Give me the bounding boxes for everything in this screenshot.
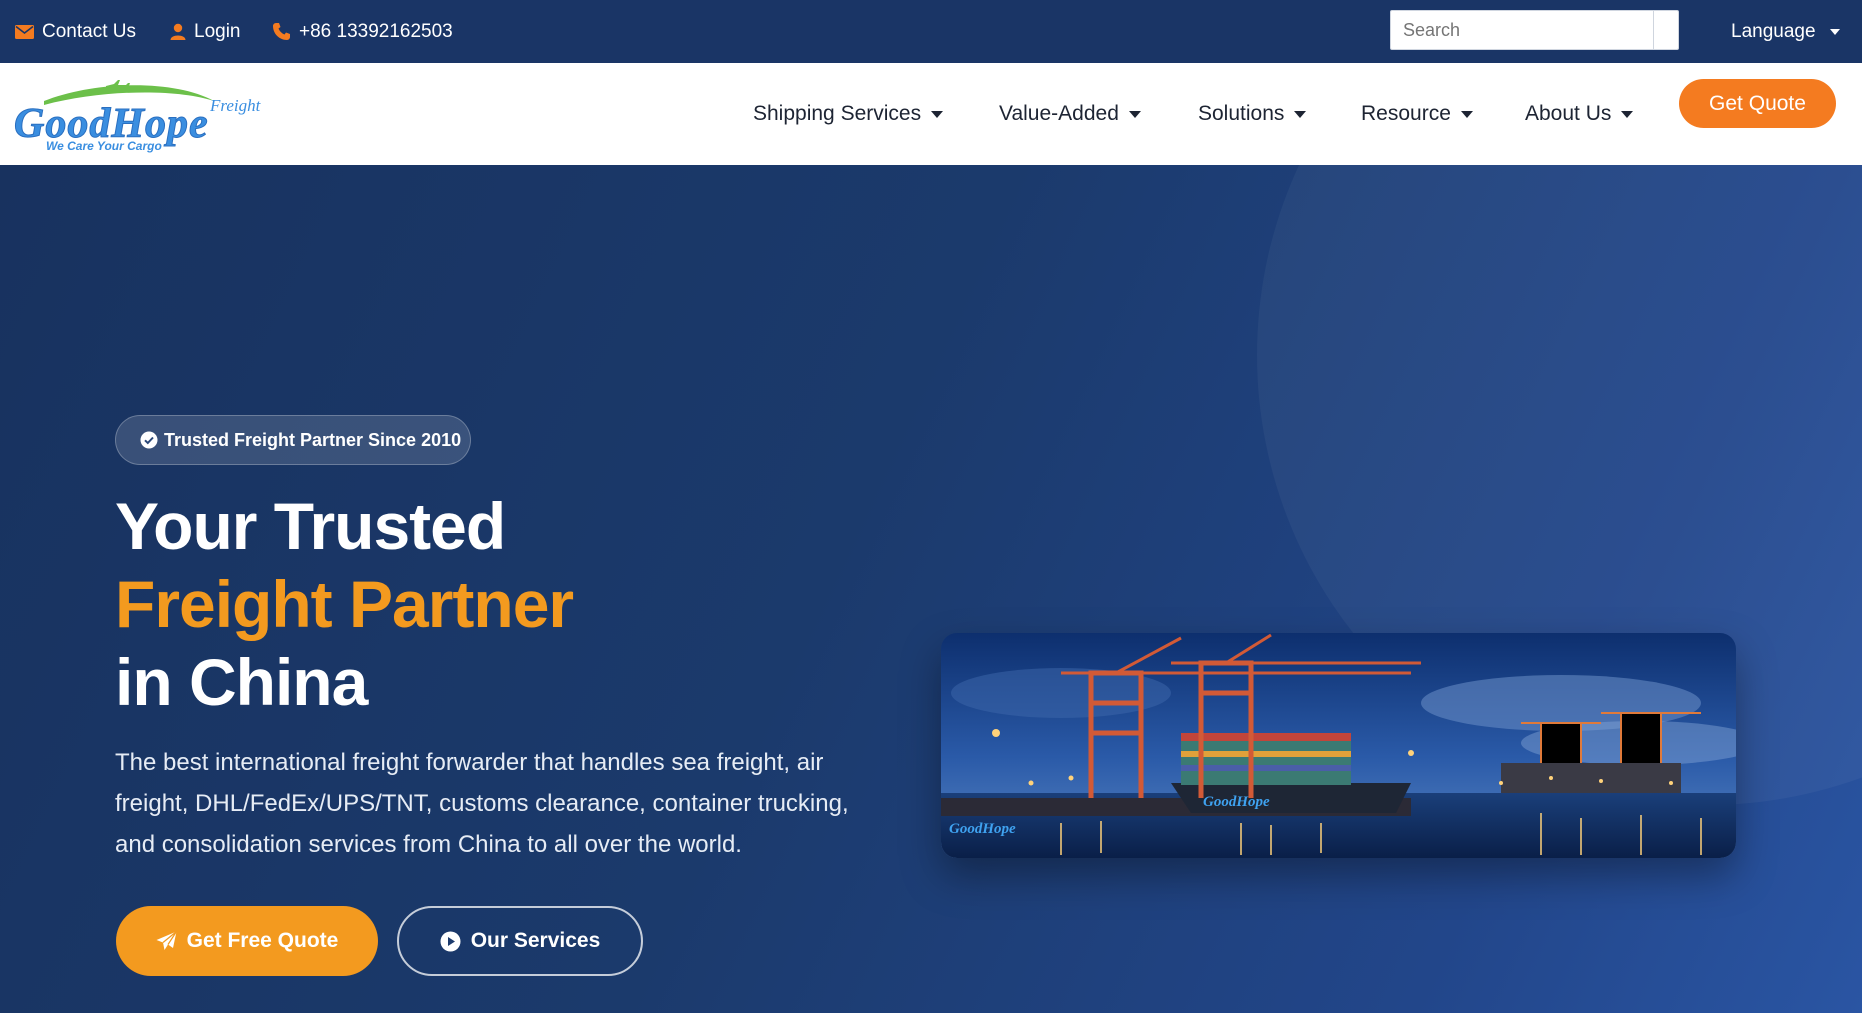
hero-description: The best international freight forwarder… [115,749,849,858]
headline-line-2: Freight Partner [115,567,574,641]
search-divider [1653,10,1654,50]
caret-down-icon [931,110,944,118]
nav-about-us[interactable]: About Us [1525,63,1634,165]
check-circle-icon [140,431,158,449]
phone-link[interactable]: +86 13392162503 [272,0,453,63]
logo-sub: Freight [209,96,262,115]
main-navbar: Freight GoodHope We Care Your Cargo Ship… [0,63,1862,165]
nav-label: Resource [1361,102,1451,125]
nav-value-added[interactable]: Value-Added [999,63,1141,165]
paper-plane-icon [156,931,177,950]
our-services-label: Our Services [470,929,601,952]
get-free-quote-label: Get Free Quote [186,929,339,952]
our-services-button[interactable]: Our Services [397,906,643,976]
nav-shipping-services[interactable]: Shipping Services [753,63,944,165]
headline-line-1: Your Trusted [115,489,506,563]
contact-us-link[interactable]: Contact Us [15,0,136,63]
headline-line-3: in China [115,645,368,719]
nav-label: About Us [1525,102,1612,125]
caret-down-icon [1460,110,1473,118]
login-label: Login [194,20,241,42]
caret-down-icon [1621,110,1634,118]
get-free-quote-button[interactable]: Get Free Quote [116,906,378,976]
user-icon [170,23,186,40]
play-circle-icon [440,931,461,951]
language-dropdown[interactable]: Language [1731,0,1840,63]
language-label: Language [1731,20,1816,42]
photo-watermark-1: GoodHope [1203,794,1270,810]
caret-down-icon [1829,28,1840,35]
hero-section: Trusted Freight Partner Since 2010 Your … [0,165,1862,1013]
hero-headline: Your Trusted Freight Partner in China [115,487,574,721]
search-input[interactable] [1390,10,1679,50]
nav-resource[interactable]: Resource [1361,63,1473,165]
top-utility-bar: Contact Us Login +86 13392162503 Languag… [0,0,1862,63]
photo-watermark-2: GoodHope [949,821,1016,837]
container-port-photo: GoodHope GoodHope [941,633,1736,858]
phone-number: +86 13392162503 [299,20,453,42]
nav-solutions[interactable]: Solutions [1198,63,1307,165]
trusted-badge: Trusted Freight Partner Since 2010 [115,415,471,465]
nav-label: Value-Added [999,102,1119,125]
login-link[interactable]: Login [170,0,241,63]
get-quote-button[interactable]: Get Quote [1679,79,1836,128]
logo-tagline: We Care Your Cargo [46,139,162,153]
goodhope-logo[interactable]: Freight GoodHope We Care Your Cargo [14,79,294,155]
caret-down-icon [1294,110,1307,118]
nav-label: Solutions [1198,102,1285,125]
contact-us-label: Contact Us [42,20,136,42]
phone-icon [273,23,290,40]
badge-text: Trusted Freight Partner Since 2010 [164,429,462,450]
caret-down-icon [1128,110,1141,118]
envelope-icon [15,24,34,39]
nav-label: Shipping Services [753,102,922,125]
